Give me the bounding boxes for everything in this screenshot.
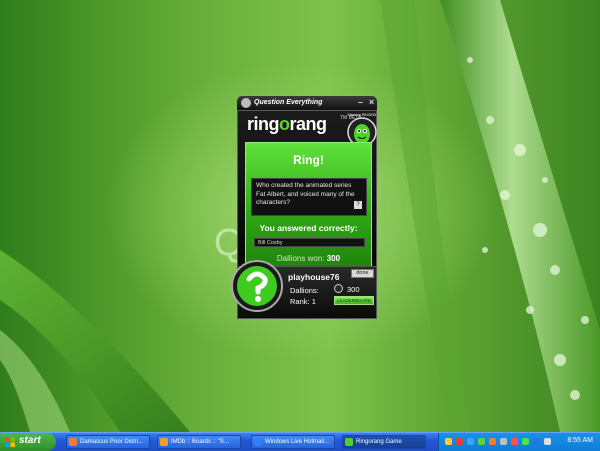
windows-flag-icon [5,437,15,447]
taskbar-item-damascus[interactable]: Damascus Poor Distri... [66,435,150,449]
widget-titlebar[interactable]: Question Everything – × [237,96,377,110]
ringorang-widget: Question Everything – × ringorang TM BET… [231,93,380,325]
answered-label: You answered correctly: [259,223,358,233]
rank-label: Rank: [290,297,310,306]
taskbar-item-ringorang[interactable]: Ringorang Game [342,435,426,449]
tray-icon-1[interactable] [445,438,452,445]
taskbar-item-label: IMDb :: Boards :: "S... [171,439,229,445]
minimize-icon[interactable]: – [358,97,363,107]
tray-icon-9[interactable] [533,438,540,445]
taskbar-item-label: Ringorang Game [356,439,402,445]
ringorang-badge-icon [231,260,283,312]
tray-icon-7[interactable] [511,438,518,445]
ringorang-icon [345,438,353,446]
rank: Rank: 1 [290,297,316,306]
ringorang-logo: ringorang [247,114,327,134]
question-help-icon[interactable]: ? [354,201,362,209]
widget-title: Question Everything [254,99,323,106]
taskbar-item-hotmail[interactable]: Windows Live Hotmail... [251,435,335,449]
mascot-label: Flashing RINGED! [347,113,377,117]
dallions-won-label: Dallions won: [276,254,325,263]
dallions-label: Dallions: [290,286,319,295]
widget-frame: ringorang TM BETA Flashing RINGED! Ring!… [237,110,377,282]
ie-icon [254,438,262,446]
start-label: start [19,435,41,446]
coin-icon [334,284,343,293]
tray-icon-2[interactable] [456,438,463,445]
firefox-icon [160,438,168,446]
tray-icon-4[interactable] [478,438,485,445]
dallions-value: 300 [347,285,360,294]
answer-field: Bill Cosby [254,238,365,247]
clock[interactable]: 8:55 AM [567,437,593,444]
firefox-icon [69,438,77,446]
tray-icon-6[interactable] [500,438,507,445]
system-tray: 8:55 AM [438,433,600,451]
ring-heading: Ring! [293,153,324,167]
taskbar-item-imdb[interactable]: IMDb :: Boards :: "S... [157,435,241,449]
start-button[interactable]: start [0,433,56,451]
volume-icon[interactable] [544,438,551,445]
close-icon[interactable]: × [369,97,374,107]
username: playhouse76 [288,272,340,282]
dallions-won-value: 300 [326,254,341,263]
tray-icon-5[interactable] [489,438,496,445]
tray-icon-8[interactable] [522,438,529,445]
taskbar-item-label: Windows Live Hotmail... [265,439,330,445]
done-button[interactable]: done [351,269,374,278]
app-icon [241,98,251,108]
leaderboard-button[interactable]: LEADERBOARD [334,296,374,305]
question-text: Who created the animated series Fat Albe… [251,178,367,216]
taskbar-item-label: Damascus Poor Distri... [80,439,144,445]
rank-value: 1 [311,297,316,306]
tray-icon-3[interactable] [467,438,474,445]
taskbar: start Damascus Poor Distri... IMDb :: Bo… [0,432,600,451]
